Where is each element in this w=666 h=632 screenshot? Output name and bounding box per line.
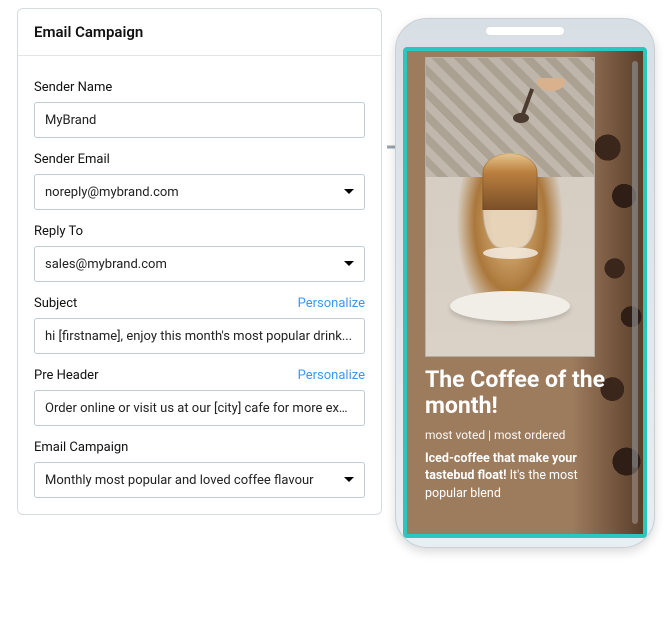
sender-email-group: Sender Email (34, 152, 365, 210)
phone-preview: The Coffee of the month! most voted | mo… (395, 18, 655, 548)
email-body: Iced-coffee that make your tastebud floa… (425, 450, 617, 503)
pre-header-group: Pre Header Personalize (34, 368, 365, 426)
reply-to-group: Reply To (34, 224, 365, 282)
pre-header-personalize-link[interactable]: Personalize (298, 368, 365, 383)
phone-notch (485, 26, 565, 36)
campaign-select[interactable] (34, 462, 365, 498)
campaign-label: Email Campaign (34, 440, 128, 455)
email-subtitle: most voted | most ordered (425, 428, 617, 442)
subject-group: Subject Personalize (34, 296, 365, 354)
sender-email-value[interactable] (34, 174, 365, 210)
form-title: Email Campaign (18, 9, 381, 56)
form-body: Sender Name Sender Email Reply To (18, 56, 381, 514)
phone-screen: The Coffee of the month! most voted | mo… (403, 47, 647, 538)
scrollbar-thumb[interactable] (632, 61, 638, 468)
campaign-group: Email Campaign (34, 440, 365, 498)
subject-input[interactable] (34, 318, 365, 354)
subject-label: Subject (34, 296, 77, 311)
sender-name-label: Sender Name (34, 80, 112, 95)
pre-header-label: Pre Header (34, 368, 98, 383)
sender-email-select[interactable] (34, 174, 365, 210)
pre-header-input[interactable] (34, 390, 365, 426)
reply-to-value[interactable] (34, 246, 365, 282)
hero-image (425, 57, 595, 357)
email-campaign-form: Email Campaign Sender Name Sender Email … (17, 8, 382, 515)
email-copy: The Coffee of the month! most voted | mo… (425, 367, 617, 502)
scrollbar[interactable] (632, 61, 638, 524)
reply-to-label: Reply To (34, 224, 83, 239)
campaign-value[interactable] (34, 462, 365, 498)
sender-email-label: Sender Email (34, 152, 110, 167)
email-title: The Coffee of the month! (425, 367, 617, 420)
sender-name-group: Sender Name (34, 80, 365, 138)
reply-to-select[interactable] (34, 246, 365, 282)
sender-name-input[interactable] (34, 102, 365, 138)
subject-personalize-link[interactable]: Personalize (298, 296, 365, 311)
